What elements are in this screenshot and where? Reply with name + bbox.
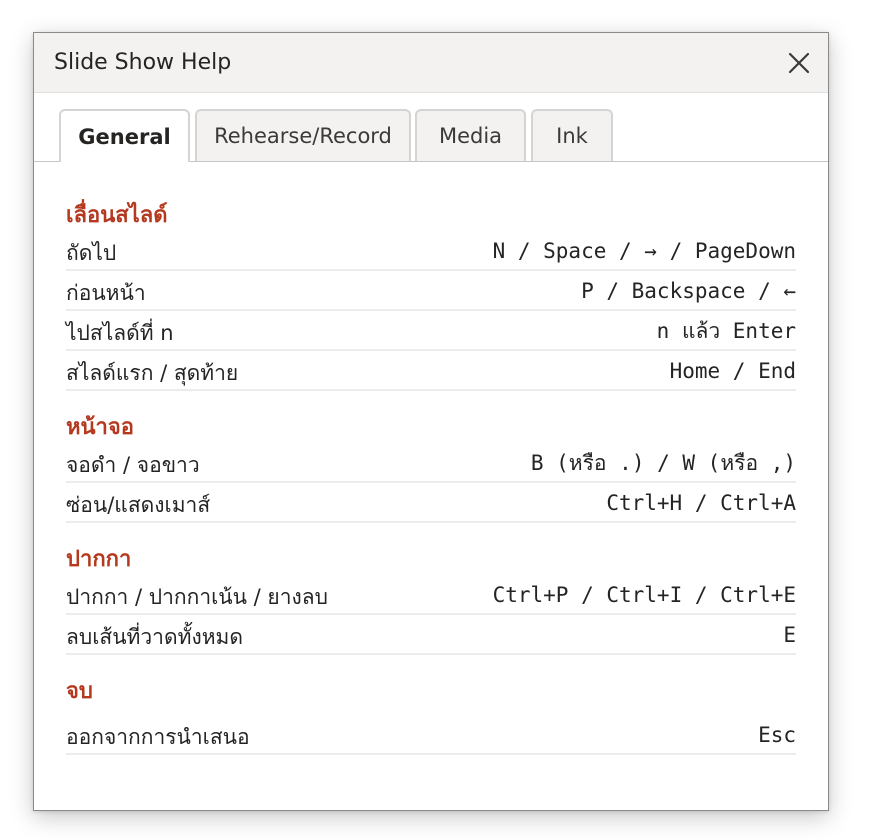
- section-heading-navigation: เลื่อนสไลด์: [66, 203, 168, 228]
- slide-show-help-dialog: Slide Show Help General Rehearse/Record …: [33, 32, 829, 811]
- tab-media[interactable]: Media: [415, 109, 526, 161]
- shortcut-keys: Esc: [758, 723, 796, 747]
- tab-rehearse-record[interactable]: Rehearse/Record: [195, 109, 411, 161]
- shortcut-row: ปากกา / ปากกาเน้น / ยางลบ Ctrl+P / Ctrl+…: [66, 575, 796, 615]
- section-heading-end: จบ: [66, 679, 93, 704]
- shortcut-row: ไปสไลด์ที่ n n แล้ว Enter: [66, 311, 796, 351]
- shortcut-keys: P / Backspace / ←: [581, 279, 796, 303]
- close-icon: [788, 52, 810, 74]
- shortcut-label: ซ่อน/แสดงเมาส์: [66, 493, 211, 517]
- shortcut-label: ลบเส้นที่วาดทั้งหมด: [66, 625, 244, 649]
- dialog-title: Slide Show Help: [54, 50, 232, 75]
- shortcut-keys: Home / End: [669, 359, 796, 383]
- shortcut-label: ปากกา / ปากกาเน้น / ยางลบ: [66, 585, 328, 609]
- section-heading-screen: หน้าจอ: [66, 415, 134, 440]
- tab-general[interactable]: General: [59, 109, 190, 162]
- shortcut-keys: N / Space / → / PageDown: [492, 239, 796, 263]
- shortcut-keys: E: [783, 623, 796, 647]
- shortcut-label: ไปสไลด์ที่ n: [66, 321, 174, 345]
- shortcut-row: สไลด์แรก / สุดท้าย Home / End: [66, 351, 796, 391]
- shortcut-keys: n แล้ว Enter: [656, 319, 796, 343]
- shortcut-keys: B (หรือ .) / W (หรือ ,): [530, 451, 796, 475]
- shortcut-row: ออกจากการนำเสนอ Esc: [66, 707, 796, 755]
- shortcut-row: ถัดไป N / Space / → / PageDown: [66, 231, 796, 271]
- shortcut-label: สไลด์แรก / สุดท้าย: [66, 361, 239, 385]
- shortcut-label: ก่อนหน้า: [66, 281, 146, 305]
- shortcut-label: จอดำ / จอขาว: [66, 453, 200, 477]
- shortcut-row: ก่อนหน้า P / Backspace / ←: [66, 271, 796, 311]
- shortcut-label: ถัดไป: [66, 241, 117, 265]
- tab-strip: General Rehearse/Record Media Ink: [34, 93, 828, 162]
- shortcut-keys: Ctrl+P / Ctrl+I / Ctrl+E: [492, 583, 796, 607]
- shortcut-row: ลบเส้นที่วาดทั้งหมด E: [66, 615, 796, 655]
- tab-ink[interactable]: Ink: [531, 109, 613, 161]
- section-heading-pen: ปากกา: [66, 547, 132, 572]
- shortcut-row: ซ่อน/แสดงเมาส์ Ctrl+H / Ctrl+A: [66, 483, 796, 523]
- shortcut-keys: Ctrl+H / Ctrl+A: [606, 491, 796, 515]
- shortcut-row: จอดำ / จอขาว B (หรือ .) / W (หรือ ,): [66, 443, 796, 483]
- close-button[interactable]: [784, 48, 814, 78]
- general-tab-content: เลื่อนสไลด์ ถัดไป N / Space / → / PageDo…: [66, 201, 796, 755]
- dialog-title-bar: Slide Show Help: [34, 33, 828, 93]
- shortcut-label: ออกจากการนำเสนอ: [66, 725, 250, 749]
